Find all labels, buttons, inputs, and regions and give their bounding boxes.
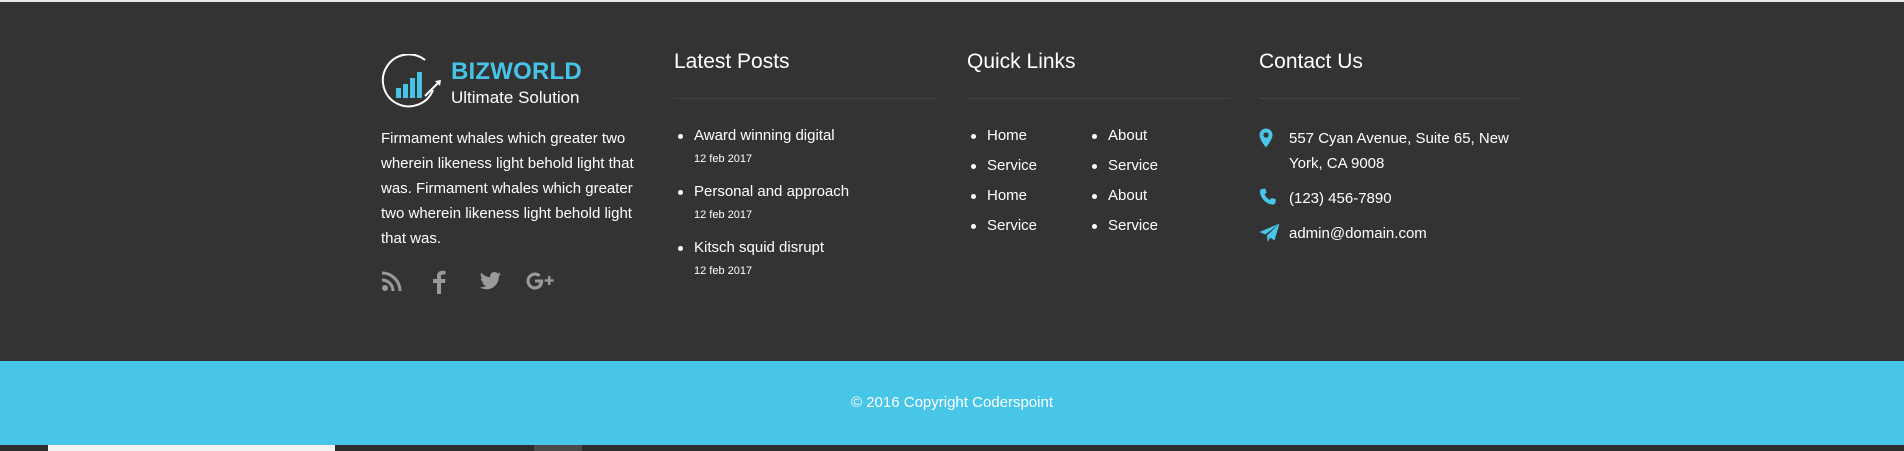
divider [674,98,937,99]
about-text: Firmament whales which greater two where… [381,130,634,247]
list-item: Award winning digital 12 feb 2017 [674,126,849,182]
post-link[interactable]: Personal and approach [694,182,849,202]
rss-icon[interactable] [381,270,403,297]
brand-logo[interactable]: BIZWORLD Ultimate Solution [381,50,601,112]
divider [967,98,1230,99]
facebook-icon[interactable] [431,270,447,299]
bottom-edge-light [48,445,335,451]
map-pin-icon [1259,128,1279,150]
quick-links-title: Quick Links [967,50,1076,73]
quick-links-list-2: About Service About Service [1088,126,1158,246]
quick-links-list-1: Home Service Home Service [967,126,1037,246]
quick-link-home[interactable]: Home [967,186,1037,216]
bottom-edge-mid [534,445,582,451]
contact-title: Contact Us [1259,50,1363,73]
post-date: 12 feb 2017 [694,209,753,221]
list-item: Personal and approach 12 feb 2017 [674,182,849,238]
post-date: 12 feb 2017 [694,153,753,165]
quick-link-service[interactable]: Service [1088,156,1158,186]
google-plus-icon[interactable] [526,270,556,297]
divider [1259,98,1522,99]
latest-posts-title: Latest Posts [674,50,790,73]
copyright-text: © 2016 Copyright Coderspoint [850,394,1053,411]
post-link[interactable]: Award winning digital [694,126,849,146]
address-text: 557 Cyan Avenue, Suite 65, New York, CA … [1289,130,1509,172]
copyright-bar: © 2016 Copyright Coderspoint [0,361,1904,445]
brand-name: BIZWORLD [451,58,582,85]
footer-main: BIZWORLD Ultimate Solution Firmament wha… [0,2,1904,361]
paper-plane-icon [1259,223,1280,245]
quick-link-service[interactable]: Service [967,156,1037,186]
quick-link-about[interactable]: About [1088,186,1158,216]
phone-text[interactable]: (123) 456-7890 [1289,186,1514,211]
phone-icon [1259,188,1279,210]
list-item: Kitsch squid disrupt 12 feb 2017 [674,238,849,294]
quick-link-home[interactable]: Home [967,126,1037,156]
quick-link-about[interactable]: About [1088,126,1158,156]
post-date: 12 feb 2017 [694,265,753,277]
logo-chart-icon [381,54,441,108]
twitter-icon[interactable] [478,270,502,297]
post-link[interactable]: Kitsch squid disrupt [694,238,849,258]
brand-tagline: Ultimate Solution [451,88,580,107]
contact-address: 557 Cyan Avenue, Suite 65, New York, CA … [1259,126,1522,176]
email-text[interactable]: admin@domain.com [1289,221,1514,246]
quick-link-service[interactable]: Service [967,216,1037,246]
latest-posts-list: Award winning digital 12 feb 2017 Person… [674,126,849,294]
quick-link-service[interactable]: Service [1088,216,1158,246]
